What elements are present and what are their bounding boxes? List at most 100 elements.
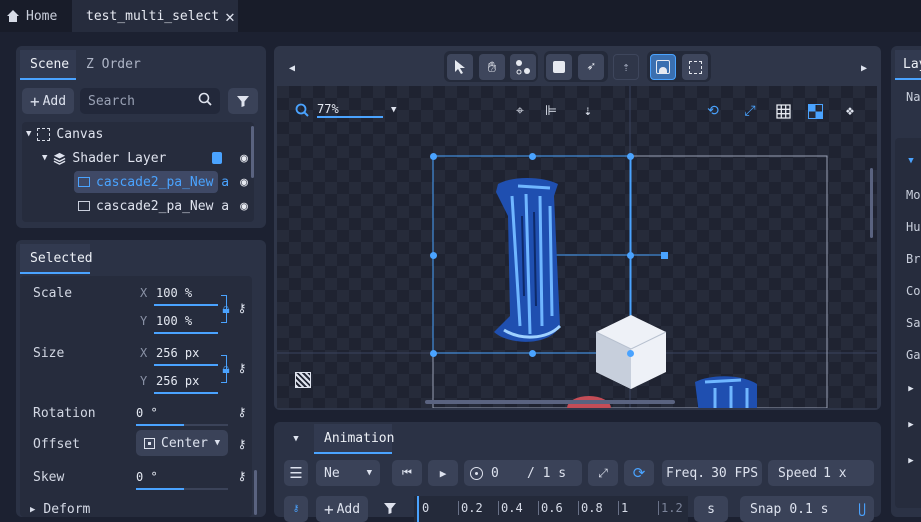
deform-section[interactable]: ▶ Deform: [30, 502, 90, 517]
playback-mode-dropdown[interactable]: Ne ▼: [316, 460, 380, 486]
search-input[interactable]: Search: [80, 88, 220, 114]
selection-handle-br[interactable]: [627, 350, 634, 357]
selection-handle-ml[interactable]: [430, 252, 437, 259]
tree-row-shader-layer[interactable]: ▼ Shader Layer ◉: [42, 146, 248, 170]
transform-mode-icon[interactable]: ⟲: [705, 103, 721, 119]
play-button[interactable]: ▶: [428, 460, 458, 486]
tab-scene[interactable]: Scene: [20, 50, 76, 80]
lock-icon[interactable]: 🔒︎: [219, 301, 233, 317]
lock-icon[interactable]: 🔒︎: [219, 361, 233, 377]
skew-label: Skew: [33, 470, 65, 485]
add-node-button[interactable]: + Add: [22, 88, 74, 114]
eye-icon[interactable]: ◉: [240, 199, 248, 214]
menu-button[interactable]: ☰: [284, 460, 308, 486]
search-placeholder: Search: [88, 93, 135, 109]
tree-row-canvas[interactable]: ▼ Canvas: [26, 122, 103, 146]
expand-button[interactable]: ⤢: [588, 460, 618, 486]
offset-dropdown[interactable]: Center ▼: [136, 430, 228, 456]
tab-selected[interactable]: Selected: [20, 244, 93, 274]
magnet-icon[interactable]: ⋃: [858, 502, 866, 517]
skip-start-button[interactable]: ⏮︎: [392, 460, 422, 486]
zoom-value: 77%: [317, 102, 383, 118]
filter-button[interactable]: [228, 88, 258, 114]
ruler-label-0: 0: [422, 501, 430, 515]
zoom-control[interactable]: 77% ▼: [295, 102, 396, 118]
axis-arrows-icon[interactable]: ⤢: [742, 103, 758, 119]
viewport-vscrollbar[interactable]: [870, 168, 873, 238]
eye-icon[interactable]: ◉: [240, 175, 248, 190]
scale-y-field[interactable]: 100 %: [156, 314, 218, 328]
eye-icon[interactable]: ◉: [240, 151, 248, 166]
hand-tool-button[interactable]: ✋︎: [479, 54, 505, 80]
chevron-left-icon[interactable]: ◀: [284, 60, 300, 76]
tree-scrollbar[interactable]: [251, 126, 254, 178]
keyframe-key-icon[interactable]: ⚷: [236, 360, 248, 376]
document-icon[interactable]: [212, 152, 223, 164]
tree-row-cascade-2[interactable]: cascade2_pa_New a ◉: [74, 194, 248, 218]
size-x-field[interactable]: 256 px: [156, 346, 218, 360]
playback-mode-value: Ne: [324, 465, 340, 481]
tab-animation[interactable]: Animation: [314, 424, 394, 454]
background-pattern-icon[interactable]: [295, 372, 311, 388]
tab-active-label: test_multi_select: [86, 8, 220, 24]
keyframe-key-icon[interactable]: ⚷: [236, 468, 248, 484]
align-left-icon[interactable]: ⊫: [543, 103, 559, 119]
keyframe-key-icon[interactable]: ⚷: [236, 300, 248, 316]
loop-button[interactable]: ⟳: [624, 460, 654, 486]
scale-x-field[interactable]: 100 %: [156, 286, 218, 300]
record-button[interactable]: ⚷: [284, 496, 308, 522]
selection-handle-bm[interactable]: [529, 350, 536, 357]
tab-layer[interactable]: Lay: [895, 50, 921, 80]
sort-down-icon[interactable]: ⇣: [580, 103, 596, 119]
tab-home[interactable]: Home: [6, 0, 57, 32]
size-y-field[interactable]: 256 px: [156, 374, 218, 388]
close-icon[interactable]: ✕: [225, 7, 235, 26]
brush-tool-button[interactable]: ➶: [578, 54, 604, 80]
layer-hue-label: Hu: [906, 220, 921, 234]
tab-test-multi-select[interactable]: test_multi_select ✕: [72, 0, 238, 32]
add-track-button[interactable]: + Add: [316, 496, 368, 522]
square-tool-button[interactable]: [546, 54, 572, 80]
speed-value: 1 x: [823, 465, 847, 481]
chevron-down-icon[interactable]: ▼: [905, 154, 917, 168]
tab-z-order[interactable]: Z Order: [76, 50, 151, 80]
scene-viewport[interactable]: 77% ▼ ⌖ ⊫ ⇣ ⟲ ⤢ ❖: [277, 86, 877, 408]
time-unit-button[interactable]: s: [694, 496, 728, 522]
filter-icon[interactable]: [382, 500, 398, 516]
selected-scrollbar[interactable]: [254, 470, 257, 515]
selection-handle-bl[interactable]: [430, 350, 437, 357]
chevron-down-icon[interactable]: ▼: [290, 432, 302, 446]
keyframe-key-icon[interactable]: ⚷: [236, 404, 248, 420]
layer-brightness-label: Br: [906, 252, 921, 266]
keyframe-key-icon[interactable]: ⚷: [236, 436, 248, 452]
select-mode-button[interactable]: [650, 54, 676, 80]
checkerboard-icon[interactable]: [807, 103, 823, 119]
selection-handle-center[interactable]: [627, 252, 634, 259]
ruler-label-4: 0.8: [578, 501, 603, 515]
timeline-ruler[interactable]: 0 0.2 0.4 0.6 0.8 1 1.2: [414, 496, 688, 522]
skew-field[interactable]: 0 °: [136, 470, 226, 484]
grid-icon[interactable]: [775, 103, 791, 119]
center-crosshair-icon[interactable]: ⌖: [512, 103, 528, 119]
chevron-right-icon[interactable]: ▶: [905, 382, 917, 396]
speed-field[interactable]: Speed 1 x: [768, 460, 874, 486]
fps-label: Freq.: [665, 465, 706, 481]
viewport-hscrollbar[interactable]: [425, 400, 675, 404]
chevron-right-icon[interactable]: ▶: [905, 418, 917, 432]
selection-handle-tm[interactable]: [529, 153, 536, 160]
rotation-field[interactable]: 0 °: [136, 406, 226, 420]
selection-handle-tr[interactable]: [627, 153, 634, 160]
time-field[interactable]: 0 / 1 s: [464, 460, 582, 486]
chevron-right-icon[interactable]: ▶: [905, 454, 917, 468]
onion-skin-icon[interactable]: ❖: [842, 103, 858, 119]
select-tool-button[interactable]: [447, 54, 473, 80]
selection-handle-tl[interactable]: [430, 153, 437, 160]
bounding-box-button[interactable]: [682, 54, 708, 80]
pin-tool-button[interactable]: ⇡: [613, 54, 639, 80]
snap-field[interactable]: Snap 0.1 s ⋃: [740, 496, 874, 522]
fps-field[interactable]: Freq. 30 FPS: [662, 460, 762, 486]
chevron-right-icon[interactable]: ▶: [856, 60, 872, 76]
bone-tool-button[interactable]: [510, 54, 536, 80]
playhead[interactable]: [417, 496, 419, 522]
tree-row-cascade-1[interactable]: cascade2_pa_New a ◉: [74, 170, 248, 194]
